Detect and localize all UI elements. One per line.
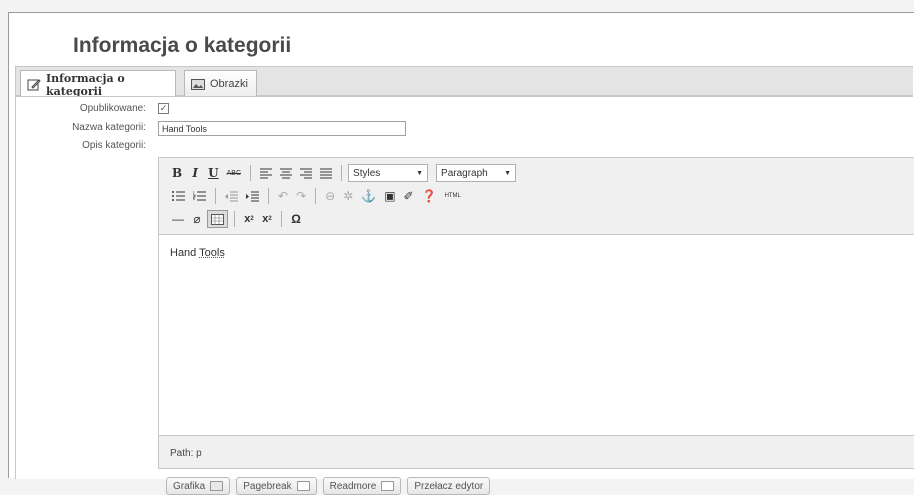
editor-path: Path: p bbox=[170, 448, 202, 459]
pagebreak-icon bbox=[297, 481, 310, 491]
rich-text-editor: B I U ABC Styles ▼ Paragraph ▼ ↶ ↷ ⊖ ✲ ⚓… bbox=[158, 157, 914, 469]
styles-select-value: Styles bbox=[353, 168, 380, 179]
image-icon bbox=[210, 481, 223, 491]
separator bbox=[215, 188, 216, 204]
italic-button[interactable]: I bbox=[187, 164, 203, 182]
button-label: Readmore bbox=[330, 481, 377, 492]
tab-label: Obrazki bbox=[210, 78, 248, 90]
tab-category-info[interactable]: Informacja o kategorii bbox=[20, 70, 176, 98]
tab-bar: Informacja o kategorii Obrazki bbox=[15, 66, 913, 96]
separator bbox=[250, 165, 251, 181]
editor-toolbar-row1: B I U ABC Styles ▼ Paragraph ▼ bbox=[169, 162, 516, 184]
toggle-editor-button[interactable]: Przełacz edytor bbox=[407, 477, 490, 495]
content-word-misspelled: Tools bbox=[199, 247, 225, 259]
outdent-icon[interactable] bbox=[222, 187, 241, 205]
underline-button[interactable]: U bbox=[205, 164, 221, 182]
subscript-icon[interactable]: x2 bbox=[241, 210, 257, 228]
published-label: Opublikowane: bbox=[18, 103, 146, 114]
pagebreak-button[interactable]: Pagebreak bbox=[236, 477, 316, 495]
separator bbox=[341, 165, 342, 181]
editor-toolbar-row2: ↶ ↷ ⊖ ✲ ⚓ ▣ ✐ ❓ HTML bbox=[169, 185, 464, 207]
numbered-list-icon[interactable] bbox=[190, 187, 209, 205]
special-char-icon[interactable]: Ω bbox=[288, 210, 304, 228]
chevron-down-icon: ▼ bbox=[416, 170, 423, 177]
superscript-icon[interactable]: x2 bbox=[259, 210, 275, 228]
format-select-value: Paragraph bbox=[441, 168, 488, 179]
button-label: Przełacz edytor bbox=[414, 481, 483, 492]
horizontal-rule-icon[interactable]: — bbox=[169, 210, 187, 228]
description-label: Opis kategorii: bbox=[18, 140, 146, 151]
align-right-icon[interactable] bbox=[297, 164, 315, 182]
tab-label: Informacja o kategorii bbox=[46, 72, 169, 98]
align-justify-icon[interactable] bbox=[317, 164, 335, 182]
align-center-icon[interactable] bbox=[277, 164, 295, 182]
image-icon bbox=[191, 79, 205, 90]
button-label: Pagebreak bbox=[243, 481, 291, 492]
undo-icon[interactable]: ↶ bbox=[275, 187, 291, 205]
bold-button[interactable]: B bbox=[169, 164, 185, 182]
redo-icon[interactable]: ↷ bbox=[293, 187, 309, 205]
table-icon[interactable] bbox=[207, 210, 228, 228]
editor-toolbar-row3: — ⌀ x2 x2 Ω bbox=[169, 208, 304, 230]
button-label: Grafika bbox=[173, 481, 205, 492]
form-panel: Opublikowane: ✓ Nazwa kategorii: Opis ka… bbox=[15, 96, 913, 479]
cleanup-icon[interactable]: ✐ bbox=[401, 187, 417, 205]
chevron-down-icon: ▼ bbox=[504, 170, 511, 177]
published-checkbox[interactable]: ✓ bbox=[158, 103, 169, 114]
separator bbox=[281, 211, 282, 227]
main-frame: Informacja o kategorii Informacja o kate… bbox=[8, 12, 914, 478]
unlink-icon[interactable]: ✲ bbox=[340, 187, 356, 205]
separator bbox=[315, 188, 316, 204]
content-word: Hand bbox=[170, 247, 196, 259]
insert-image-button[interactable]: Grafika bbox=[166, 477, 230, 495]
readmore-button[interactable]: Readmore bbox=[323, 477, 402, 495]
name-label: Nazwa kategorii: bbox=[18, 122, 146, 133]
readmore-icon bbox=[381, 481, 394, 491]
indent-icon[interactable] bbox=[243, 187, 262, 205]
page-title: Informacja o kategorii bbox=[73, 34, 291, 58]
separator bbox=[268, 188, 269, 204]
anchor-icon[interactable]: ⚓ bbox=[358, 187, 379, 205]
editor-content[interactable]: Hand Tools bbox=[159, 234, 914, 436]
tab-images[interactable]: Obrazki bbox=[184, 70, 257, 97]
edit-icon bbox=[27, 78, 41, 91]
align-left-icon[interactable] bbox=[257, 164, 275, 182]
image-insert-icon[interactable]: ▣ bbox=[381, 187, 398, 205]
editor-buttons: Grafika Pagebreak Readmore Przełacz edyt… bbox=[166, 477, 490, 495]
category-name-input[interactable] bbox=[158, 121, 406, 136]
help-icon[interactable]: ❓ bbox=[419, 187, 440, 205]
link-icon[interactable]: ⊖ bbox=[322, 187, 338, 205]
styles-select[interactable]: Styles ▼ bbox=[348, 164, 428, 182]
separator bbox=[234, 211, 235, 227]
eraser-icon[interactable]: ⌀ bbox=[189, 210, 205, 228]
bullet-list-icon[interactable] bbox=[169, 187, 188, 205]
html-source-icon[interactable]: HTML bbox=[442, 187, 464, 205]
strikethrough-button[interactable]: ABC bbox=[224, 164, 244, 182]
format-select[interactable]: Paragraph ▼ bbox=[436, 164, 516, 182]
